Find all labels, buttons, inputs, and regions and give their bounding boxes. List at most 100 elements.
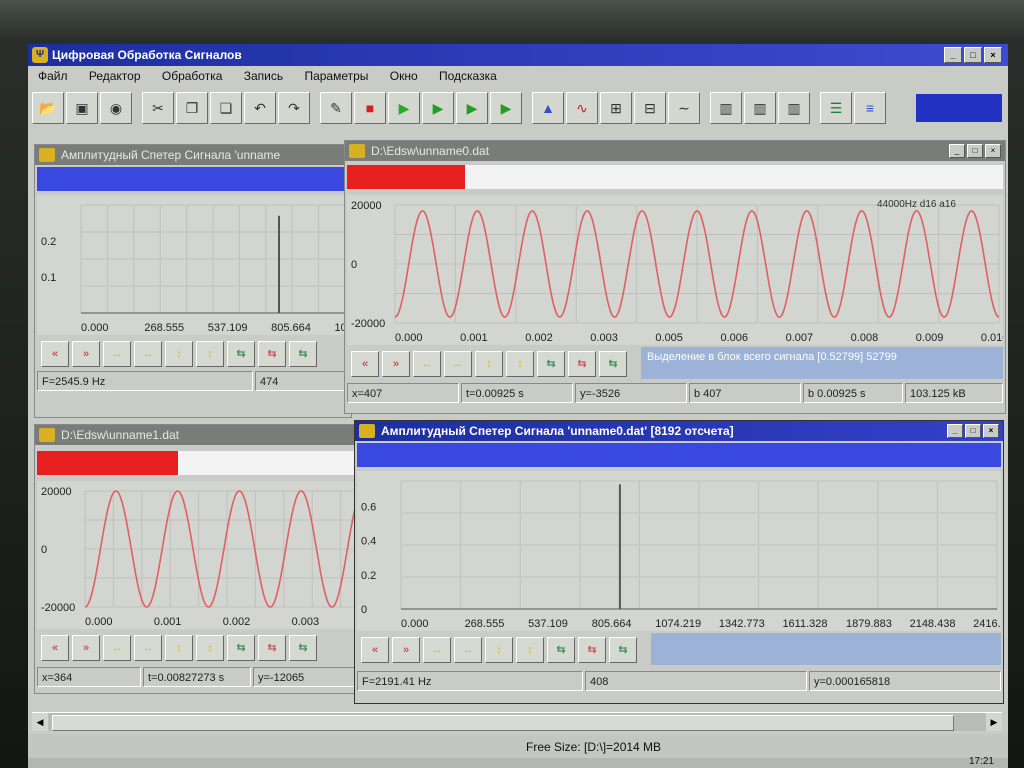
copy-icon[interactable]: ❐ bbox=[176, 92, 208, 124]
scroll-right-arrow-icon[interactable]: ▶ bbox=[986, 713, 1002, 731]
playback-control-button[interactable]: ⇆ bbox=[258, 635, 286, 661]
paste-icon[interactable]: ❏ bbox=[210, 92, 242, 124]
taskbar bbox=[28, 758, 1008, 768]
playback-control-button[interactable]: ⇆ bbox=[227, 635, 255, 661]
menu-window[interactable]: Окно bbox=[390, 69, 418, 83]
stop-icon[interactable]: ■ bbox=[354, 92, 386, 124]
playback-control-button[interactable]: « bbox=[351, 351, 379, 377]
x-tick-label: 0.003 bbox=[292, 616, 320, 628]
playback-control-button[interactable]: » bbox=[382, 351, 410, 377]
playback-control-button[interactable]: ↕ bbox=[516, 637, 544, 663]
spectrum-main-plot[interactable]: 0.6 0.4 0.2 0 0.000 268.555 537.109 805.664 1074… bbox=[357, 471, 1001, 631]
playback-control-button[interactable]: ↔ bbox=[413, 351, 441, 377]
spectrum-left-plot[interactable]: 0.20.10.000 268.555 537.109 805.664 10 bbox=[37, 195, 349, 335]
playback-control-button[interactable]: ↕ bbox=[165, 341, 193, 367]
wave1-plot[interactable]: 200000-200000.0000.0010.0020.0030.0 bbox=[37, 481, 373, 629]
maximize-button[interactable]: □ bbox=[967, 144, 983, 158]
playback-control-button[interactable]: ⇆ bbox=[227, 341, 255, 367]
playback-control-button[interactable]: ↕ bbox=[485, 637, 513, 663]
spectrum-window-left[interactable]: Амплитудный Спетер Сигнала 'unname 0.2 0.… bbox=[34, 144, 352, 418]
cut-icon[interactable]: ✂ bbox=[142, 92, 174, 124]
status-index: 408 bbox=[585, 671, 807, 691]
playback-control-button[interactable]: ⇆ bbox=[578, 637, 606, 663]
playback-control-button[interactable]: ⇆ bbox=[568, 351, 596, 377]
spectrum-b-icon[interactable]: ▥ bbox=[744, 92, 776, 124]
menu-processing[interactable]: Обработка bbox=[162, 69, 223, 83]
play-loop-icon[interactable]: ▶ bbox=[456, 92, 488, 124]
menu-help[interactable]: Подсказка bbox=[439, 69, 497, 83]
filter-b-icon[interactable]: ⊟ bbox=[634, 92, 666, 124]
menu-file[interactable]: Файл bbox=[38, 69, 68, 83]
spectrum-main-titlebar[interactable]: Амплитудный Спетер Сигнала 'unname0.dat'… bbox=[355, 421, 1003, 441]
playback-control-button[interactable]: ↔ bbox=[134, 635, 162, 661]
spectrum-window-main[interactable]: Амплитудный Спетер Сигнала 'unname0.dat'… bbox=[354, 420, 1004, 704]
probe-icon[interactable]: ✎ bbox=[320, 92, 352, 124]
wave0-plot[interactable]: 20000 0 -20000 0.000 0.001 0.002 0.003 0.005 0.0… bbox=[347, 195, 1003, 345]
scroll-left-arrow-icon[interactable]: ◀ bbox=[32, 713, 48, 731]
close-button[interactable]: × bbox=[984, 47, 1002, 63]
play-marker-icon[interactable]: ▶ bbox=[422, 92, 454, 124]
playback-control-button[interactable]: ↔ bbox=[103, 635, 131, 661]
spectrum-c-icon[interactable]: ▥ bbox=[778, 92, 810, 124]
triangle-icon[interactable]: ▲ bbox=[532, 92, 564, 124]
undo-icon[interactable]: ↶ bbox=[244, 92, 276, 124]
play-icon[interactable]: ▶ bbox=[388, 92, 420, 124]
menu-record[interactable]: Запись bbox=[244, 69, 283, 83]
record-disk-icon[interactable]: ◉ bbox=[100, 92, 132, 124]
playback-control-button[interactable]: » bbox=[72, 635, 100, 661]
open-icon[interactable]: 📂 bbox=[32, 92, 64, 124]
playback-control-button[interactable]: ⇆ bbox=[537, 351, 565, 377]
playback-control-button[interactable]: ↕ bbox=[506, 351, 534, 377]
waveform-window-unname1[interactable]: D:\Edsw\unname1.dat 20000 0 -20000 0.000 0.0… bbox=[34, 424, 376, 694]
playback-control-button[interactable]: ⇆ bbox=[609, 637, 637, 663]
playback-control-button[interactable]: ↕ bbox=[196, 635, 224, 661]
spectrum-a-icon[interactable]: ▥ bbox=[710, 92, 742, 124]
menu-editor[interactable]: Редактор bbox=[89, 69, 141, 83]
playback-control-button[interactable]: ⇆ bbox=[547, 637, 575, 663]
playback-control-button[interactable]: « bbox=[361, 637, 389, 663]
y-tick-label: 0 bbox=[361, 604, 367, 616]
scroll-thumb[interactable] bbox=[52, 715, 954, 731]
redo-icon[interactable]: ↷ bbox=[278, 92, 310, 124]
minimize-button[interactable]: _ bbox=[944, 47, 962, 63]
playback-control-button[interactable]: ↕ bbox=[165, 635, 193, 661]
playback-control-button[interactable]: ⇆ bbox=[258, 341, 286, 367]
wave0-titlebar[interactable]: D:\Edsw\unname0.dat _ □ × bbox=[345, 141, 1005, 161]
playback-control-button[interactable]: » bbox=[72, 341, 100, 367]
close-button[interactable]: × bbox=[985, 144, 1001, 158]
waveform-window-unname0[interactable]: D:\Edsw\unname0.dat _ □ × 20000 0 -20000 0.00… bbox=[344, 140, 1006, 414]
menu-parameters[interactable]: Параметры bbox=[304, 69, 368, 83]
save-icon[interactable]: ▣ bbox=[66, 92, 98, 124]
maximize-button[interactable]: □ bbox=[964, 47, 982, 63]
playback-control-button[interactable]: ⇆ bbox=[289, 635, 317, 661]
playback-control-button[interactable]: ↔ bbox=[444, 351, 472, 377]
playback-control-button[interactable]: » bbox=[392, 637, 420, 663]
minimize-button[interactable]: _ bbox=[947, 424, 963, 438]
tile-icon[interactable]: ☰ bbox=[820, 92, 852, 124]
playback-control-button[interactable]: ⇆ bbox=[599, 351, 627, 377]
spectrum-left-titlebar[interactable]: Амплитудный Спетер Сигнала 'unname bbox=[35, 145, 351, 165]
playback-control-button[interactable]: « bbox=[41, 341, 69, 367]
filter-a-icon[interactable]: ⊞ bbox=[600, 92, 632, 124]
playback-control-button[interactable]: ↔ bbox=[134, 341, 162, 367]
menubar: Файл Редактор Обработка Запись Параметры… bbox=[28, 66, 1008, 86]
cascade-icon[interactable]: ≡ bbox=[854, 92, 886, 124]
playback-control-button[interactable]: ↔ bbox=[103, 341, 131, 367]
y-tick-label: 0 bbox=[351, 259, 357, 271]
playback-control-button[interactable]: ↔ bbox=[423, 637, 451, 663]
minimize-button[interactable]: _ bbox=[949, 144, 965, 158]
status-x: x=364 bbox=[37, 667, 141, 687]
sine-icon[interactable]: ∿ bbox=[566, 92, 598, 124]
wave1-titlebar[interactable]: D:\Edsw\unname1.dat bbox=[35, 425, 375, 445]
playback-control-button[interactable]: ↕ bbox=[475, 351, 503, 377]
playback-control-button[interactable]: ↔ bbox=[454, 637, 482, 663]
x-tick-label: 2416.9 bbox=[973, 618, 1001, 630]
playback-control-button[interactable]: ↕ bbox=[196, 341, 224, 367]
scope-icon[interactable]: ∼ bbox=[668, 92, 700, 124]
playback-control-button[interactable]: ⇆ bbox=[289, 341, 317, 367]
play-end-icon[interactable]: ▶ bbox=[490, 92, 522, 124]
maximize-button[interactable]: □ bbox=[965, 424, 981, 438]
playback-control-button[interactable]: « bbox=[41, 635, 69, 661]
mdi-horizontal-scrollbar[interactable]: ◀ ▶ bbox=[32, 712, 1002, 731]
close-button[interactable]: × bbox=[983, 424, 999, 438]
